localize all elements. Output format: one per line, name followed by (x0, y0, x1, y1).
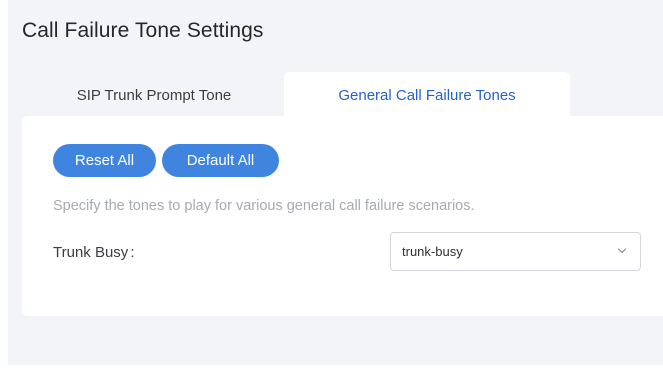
label-separator: : (130, 244, 135, 261)
settings-page: Call Failure Tone Settings SIP Trunk Pro… (8, 0, 663, 365)
trunk-busy-select[interactable]: trunk-busy (390, 232, 641, 271)
page-title: Call Failure Tone Settings (22, 19, 264, 42)
section-description: Specify the tones to play for various ge… (53, 198, 475, 214)
tab-content-panel: Reset All Default All Specify the tones … (22, 116, 663, 316)
trunk-busy-label-text: Trunk Busy (53, 244, 129, 261)
chevron-down-icon (617, 248, 627, 254)
trunk-busy-select-value: trunk-busy (402, 244, 463, 259)
reset-all-button[interactable]: Reset All (53, 144, 156, 177)
tab-general-call-failure-tones[interactable]: General Call Failure Tones (284, 72, 570, 120)
tab-sip-trunk-prompt-tone[interactable]: SIP Trunk Prompt Tone (38, 72, 270, 120)
default-all-button[interactable]: Default All (162, 144, 279, 177)
trunk-busy-label: Trunk Busy: (53, 244, 134, 261)
